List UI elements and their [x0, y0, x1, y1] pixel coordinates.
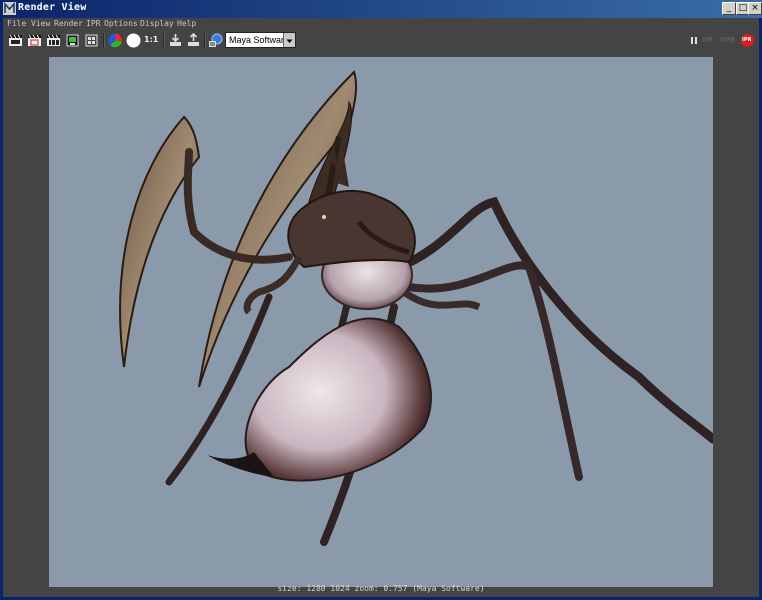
renderer-dropdown[interactable]: Maya Software [225, 32, 296, 48]
render-view-window: Render View _ □ × File View Render IPR O… [0, 0, 762, 600]
minimize-button[interactable]: _ [722, 2, 736, 15]
redo-render-button[interactable] [7, 32, 24, 49]
maximize-icon: □ [738, 3, 748, 13]
alpha-channel-button[interactable] [125, 32, 142, 49]
menu-view[interactable]: View [31, 19, 50, 28]
chevron-down-icon [286, 39, 293, 43]
real-size-button[interactable]: 1:1 [143, 32, 160, 49]
close-icon: × [751, 3, 759, 13]
camera-snapshot-icon [66, 34, 79, 47]
alpha-channel-icon [126, 33, 141, 48]
keep-image-button[interactable] [167, 32, 184, 49]
toolbar-separator [163, 33, 165, 48]
render-viewport[interactable] [49, 57, 713, 587]
ipr-status-label: IPR [702, 36, 714, 44]
menu-display[interactable]: Display [140, 19, 174, 28]
menu-help[interactable]: Help [177, 19, 196, 28]
real-size-icon: 1:1 [144, 35, 159, 44]
dropdown-arrow-button[interactable] [283, 33, 295, 47]
settings-icon [85, 34, 98, 47]
pause-icon [691, 37, 697, 44]
ipr-refresh-button[interactable]: IPR [740, 33, 755, 48]
ipr-clapper-icon [47, 34, 60, 46]
remove-image-icon [188, 32, 199, 46]
display-render-settings-button[interactable] [207, 32, 224, 49]
remove-image-button[interactable] [185, 32, 202, 49]
minimize-icon: _ [726, 3, 732, 13]
ipr-render-button[interactable] [45, 32, 62, 49]
clapper-redo-icon [9, 34, 22, 46]
renderer-selected-value: Maya Software [229, 35, 290, 45]
render-globals-icon [209, 33, 223, 47]
menu-render[interactable]: Render [54, 19, 83, 28]
maya-logo-icon [3, 2, 16, 15]
menu-ipr[interactable]: IPR [86, 19, 100, 28]
render-settings-button[interactable] [83, 32, 100, 49]
menu-bar: File View Render IPR Options Display Hel… [3, 18, 759, 30]
clapper-region-icon [28, 34, 41, 46]
ipr-badge-label: IPR [742, 37, 752, 43]
rendered-spider-image [119, 70, 713, 546]
rgb-channels-button[interactable] [107, 32, 124, 49]
render-region-button[interactable] [26, 32, 43, 49]
pause-ipr-button[interactable] [689, 33, 699, 47]
toolbar-separator [204, 33, 206, 48]
snapshot-button[interactable] [64, 32, 81, 49]
rgb-channels-icon [108, 33, 123, 48]
keep-image-icon [170, 34, 181, 46]
title-bar[interactable]: Render View _ □ × [0, 0, 762, 18]
ipr-memory-label: 0MB [720, 36, 736, 44]
window-title: Render View [18, 2, 87, 13]
menu-file[interactable]: File [7, 19, 26, 28]
render-view-panel: File View Render IPR Options Display Hel… [3, 18, 759, 597]
toolbar: 1:1 Maya Software IPR 0MB IPR [3, 30, 759, 52]
render-status-line: size: 1280 1024 zoom: 0.757 (Maya Softwa… [277, 584, 485, 593]
toolbar-separator [103, 33, 105, 48]
menu-options[interactable]: Options [104, 19, 138, 28]
close-button[interactable]: × [748, 2, 762, 15]
